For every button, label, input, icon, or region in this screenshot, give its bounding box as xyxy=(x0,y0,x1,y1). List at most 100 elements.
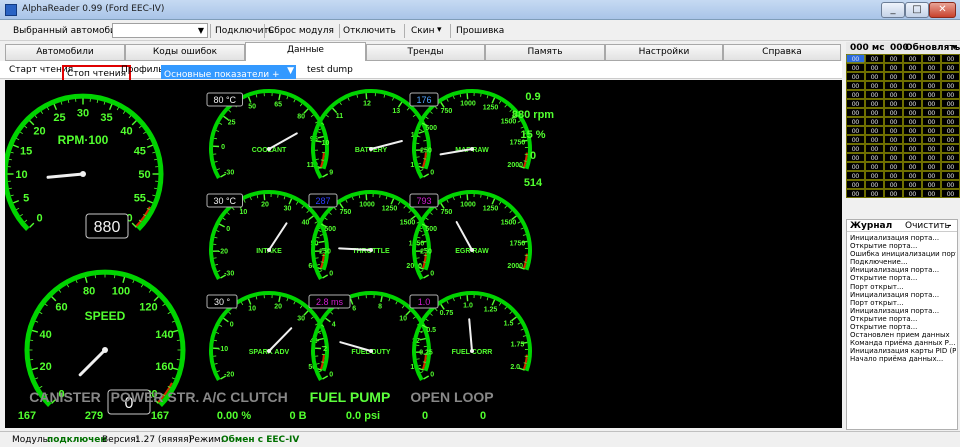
gauge-rpm-tick xyxy=(152,194,156,197)
gauge-speed-tick xyxy=(44,303,48,307)
tab-data[interactable]: Данные xyxy=(245,42,366,62)
gauge-rpm-tick-label: 35 xyxy=(100,112,112,124)
gauge-rpm-tick xyxy=(24,125,28,129)
toolbar-divider xyxy=(264,24,265,38)
gauge-throttle-tick-label: 750 xyxy=(340,209,352,216)
tab-trends[interactable]: Тренды xyxy=(366,44,485,61)
chevron-down-icon: ▼ xyxy=(287,66,294,76)
gauge-maf-readout: 176 xyxy=(416,95,431,105)
gauge-fuelcorr-tick xyxy=(466,295,469,302)
gauge-spark-tick xyxy=(293,301,296,305)
gauge-maf-tick xyxy=(498,100,502,104)
gauge-fuelduty-tick xyxy=(395,301,398,305)
gauge-rpm-needle xyxy=(46,172,85,179)
gauge-fuelcorr-hub xyxy=(470,349,474,353)
grid-cell-value: 00 xyxy=(928,101,936,108)
car-select[interactable]: ▼ xyxy=(112,23,208,38)
gauge-throttle-tick xyxy=(316,263,321,266)
gauge-rpm-tick xyxy=(103,101,106,105)
gauge-rpm-tick xyxy=(143,131,146,135)
gauge-fuelcorr-tick-label: 1.5 xyxy=(504,320,514,327)
gauge-rpm-tick-label: 40 xyxy=(120,125,132,137)
grid-cell-value: 00 xyxy=(890,110,898,117)
tab-help[interactable]: Справка xyxy=(723,44,841,61)
value-readout: 880 rpm xyxy=(512,109,554,121)
gauge-egr-tick xyxy=(419,230,423,232)
gauge-maf-tick xyxy=(435,106,438,110)
grid-cell-value: 00 xyxy=(852,128,860,135)
toolbar-divider xyxy=(404,24,405,38)
app-window: AlphaReader 0.99 (Ford EEC-IV) _ □ ✕ Выб… xyxy=(0,0,960,447)
extra-value: 0.0 psi xyxy=(346,410,380,422)
gauge-intake-tick-label: 20 xyxy=(261,202,269,209)
chevron-down-icon: ▾ xyxy=(952,43,957,53)
gauge-rpm-hub xyxy=(80,171,86,177)
gauge-egr-tick xyxy=(423,274,430,279)
tab-cars[interactable]: Автомобили xyxy=(5,44,125,61)
skin-menu-button[interactable]: Скин xyxy=(411,26,434,36)
grid-cell-value: 00 xyxy=(852,164,860,171)
gauge-speed-tick xyxy=(148,289,152,293)
reset-module-button[interactable]: Сброс модуля xyxy=(268,26,334,36)
gauge-speed-tick-label: 80 xyxy=(83,285,95,297)
gauge-rpm-tick-label: 15 xyxy=(20,145,32,157)
gauge-fuelcorr-tick xyxy=(520,328,524,331)
gauge-intake-tick xyxy=(227,212,230,215)
gauge-speed-tick xyxy=(75,280,78,284)
read-control-bar: Старт чтения Стоп чтения Профиль: Основн… xyxy=(0,61,842,93)
tab-memory[interactable]: Память xyxy=(485,44,605,61)
gauge-speed-tick xyxy=(35,320,39,323)
gauge-battery-tick xyxy=(406,107,410,111)
gauge-rpm-tick xyxy=(8,158,12,161)
firmware-button[interactable]: Прошивка xyxy=(456,26,504,36)
gauge-egr-tick xyxy=(491,198,496,205)
gauge-intake-tick xyxy=(222,217,226,221)
gauge-battery-tick xyxy=(391,97,394,101)
gauge-throttle-tick-label: 1250 xyxy=(382,205,398,212)
profile-select[interactable]: Основные показатели + АКПП ▼ xyxy=(161,65,296,93)
window-title: AlphaReader 0.99 (Ford EEC-IV) xyxy=(22,4,165,14)
grid-cell-value: 00 xyxy=(909,74,917,81)
gauge-egr-tick xyxy=(520,227,524,230)
gauge-speed-tick xyxy=(171,320,175,323)
journal-clear-button[interactable]: Очистить xyxy=(905,221,950,231)
connect-button[interactable]: Подключить xyxy=(215,26,274,36)
gauge-fuelduty-tick xyxy=(318,332,322,334)
gauge-throttle-tick xyxy=(316,236,320,239)
journal-entry: Инициализация порта... xyxy=(850,234,940,242)
tab-settings[interactable]: Настройки xyxy=(605,44,723,61)
response-time: 000 мс xyxy=(850,43,885,53)
gauge-egr-tick xyxy=(504,205,507,209)
gauge-fuelduty-tick-label: 4 xyxy=(332,322,336,329)
journal-entry: Инициализация порта... xyxy=(850,290,940,299)
close-button[interactable]: ✕ xyxy=(929,2,956,18)
tab-error-codes[interactable]: Коды ошибок xyxy=(125,44,245,61)
gauge-throttle-tick xyxy=(385,196,388,200)
value-readout: 15 % xyxy=(520,129,545,141)
gauge-fuelcorr-tick xyxy=(417,364,422,367)
dump-button[interactable]: dump xyxy=(327,65,353,75)
gauge-fuelduty-hub xyxy=(369,349,373,353)
gauge-rpm-tick xyxy=(10,194,14,197)
collapse-icon[interactable]: – xyxy=(947,221,952,231)
gauge-intake-tick xyxy=(250,197,252,201)
disconnect-button[interactable]: Отключить xyxy=(343,26,396,36)
chevron-down-icon: ▾ xyxy=(437,25,442,35)
indicator-power-str-label: POWER STR. xyxy=(111,389,200,405)
maximize-button[interactable]: □ xyxy=(905,2,929,18)
gauge-canvas: 051015202530354045505560RPM·100880020406… xyxy=(5,88,554,422)
test-button[interactable]: test xyxy=(307,65,324,75)
grid-cell-value: 00 xyxy=(909,101,917,108)
grid-cell-value: 00 xyxy=(890,155,898,162)
grid-cell-value: 00 xyxy=(909,155,917,162)
gauge-rpm-tick-label: 5 xyxy=(23,192,29,204)
grid-cell-value: 00 xyxy=(909,65,917,72)
gauge-fuelcorr-tick xyxy=(435,308,438,312)
grid-cell-value: 00 xyxy=(852,92,860,99)
gauge-speed-tick xyxy=(153,296,159,302)
gauge-maf-tick xyxy=(504,104,507,108)
gauge-egr-tick-label: 750 xyxy=(441,209,453,216)
grid-cell-value: 00 xyxy=(928,137,936,144)
gauge-spark-tick xyxy=(247,298,252,305)
minimize-button[interactable]: _ xyxy=(881,2,905,18)
